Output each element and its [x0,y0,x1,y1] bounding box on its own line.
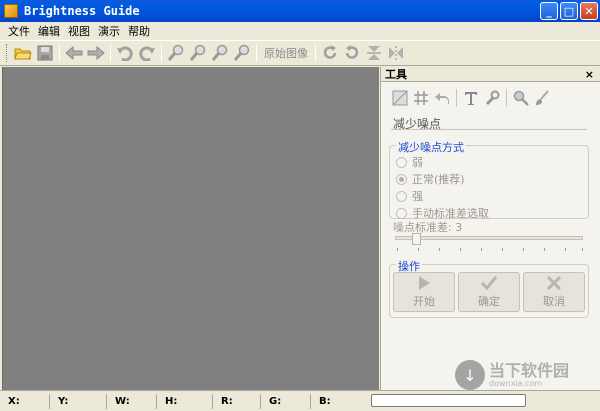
status-x: X: [0,393,50,409]
toolbar-separator [161,44,162,62]
slider-label: 噪点标准差: 3 [393,221,463,234]
status-b: B: [319,395,331,407]
progress-bar [371,394,526,407]
slider-value: 3 [455,221,463,234]
watermark-subtext: downxia.com [489,378,543,388]
cancel-label: 取消 [543,295,565,308]
watermark-text: 当下软件园 [489,360,570,380]
magnifier-icon[interactable] [512,89,530,107]
slider-tick [397,248,398,251]
panel-title: 工具 [385,68,407,81]
radio-button-selected[interactable] [396,173,407,185]
window-title: Brightness Guide [24,4,140,18]
toolbar-separator [110,44,111,62]
play-icon [419,276,430,290]
slider-tick [544,248,545,251]
download-arrow-icon: ↓ [455,360,485,390]
arrow-right-icon[interactable] [85,42,107,64]
slider-tick [418,248,419,251]
group-legend: 减少噪点方式 [396,139,466,155]
radio-label: 弱 [412,156,423,169]
status-g: G: [261,393,311,409]
wrench-icon[interactable] [483,89,501,107]
window-controls: _ □ ✕ [540,2,598,20]
zoom-actual-icon[interactable] [231,42,253,64]
save-icon[interactable] [34,42,56,64]
arrow-left-icon[interactable] [63,42,85,64]
status-r: R: [213,393,261,409]
slider-tick [523,248,524,251]
panel-separator [456,89,457,107]
toolbar-separator [256,44,257,62]
menu-demo[interactable]: 演示 [94,23,124,39]
tool-panel: 工具 × 减少噪点 减少噪点方式 弱 正常(推荐) 强 手动标准差选取 噪点标准… [380,67,600,390]
slider-tick [502,248,503,251]
rotate-ccw-icon[interactable] [341,42,363,64]
status-w: W: [107,393,157,409]
slider-tick [439,248,440,251]
maximize-button[interactable]: □ [560,2,578,20]
levels-icon[interactable] [391,89,409,107]
radio-label: 强 [412,190,423,203]
zoom-in-icon[interactable] [165,42,187,64]
zoom-fit-icon[interactable] [209,42,231,64]
panel-header: 工具 × [381,67,600,82]
radio-button[interactable] [396,156,407,168]
radio-button[interactable] [396,207,407,219]
brush-icon[interactable] [533,89,551,107]
start-button[interactable]: 开始 [393,272,455,312]
menu-file[interactable]: 文件 [4,23,34,39]
toolbar-grip [6,44,9,62]
open-folder-icon[interactable] [12,42,34,64]
toolbar-separator [315,44,316,62]
x-icon [546,275,562,291]
image-canvas[interactable] [2,67,379,390]
back-icon[interactable] [433,89,451,107]
noise-method-group: 减少噪点方式 弱 正常(推荐) 强 手动标准差选取 [389,139,589,220]
slider-tick [565,248,566,251]
confirm-label: 确定 [478,295,500,308]
check-icon [481,276,497,291]
close-button[interactable]: ✕ [580,2,598,20]
app-icon [4,4,18,18]
slider-tick [582,248,583,251]
status-y: Y: [50,393,107,409]
redo-icon[interactable] [136,42,158,64]
toolbar-separator [59,44,60,62]
minimize-button[interactable]: _ [540,2,558,20]
radio-button[interactable] [396,190,407,202]
confirm-button[interactable]: 确定 [458,272,520,312]
title-bar: Brightness Guide _ □ ✕ [0,0,600,22]
undo-icon[interactable] [114,42,136,64]
flip-horizontal-icon[interactable] [385,42,407,64]
panel-tool-icons [391,89,551,107]
grid-icon[interactable] [412,89,430,107]
noise-slider-thumb[interactable] [412,233,421,245]
text-icon[interactable] [462,89,480,107]
toolbar: 原始图像 [0,40,600,66]
section-divider [391,129,587,130]
menu-view[interactable]: 视图 [64,23,94,39]
radio-strong[interactable]: 强 [396,188,423,204]
cancel-button[interactable]: 取消 [523,272,585,312]
start-label: 开始 [413,295,435,308]
panel-close-button[interactable]: × [585,68,594,81]
rotate-cw-icon[interactable] [319,42,341,64]
status-h: H: [157,393,213,409]
original-image-button[interactable]: 原始图像 [260,45,312,61]
menu-help[interactable]: 帮助 [124,23,154,39]
radio-label: 正常(推荐) [412,173,465,186]
slider-tick [481,248,482,251]
radio-normal[interactable]: 正常(推荐) [396,171,465,187]
flip-vertical-icon[interactable] [363,42,385,64]
noise-slider-track[interactable] [395,236,583,240]
zoom-out-icon[interactable] [187,42,209,64]
watermark: ↓ 当下软件园 downxia.com [455,360,569,390]
radio-weak[interactable]: 弱 [396,154,423,170]
slider-tick [460,248,461,251]
panel-separator [506,89,507,107]
menu-edit[interactable]: 编辑 [34,23,64,39]
menu-bar: 文件 编辑 视图 演示 帮助 [0,22,600,40]
